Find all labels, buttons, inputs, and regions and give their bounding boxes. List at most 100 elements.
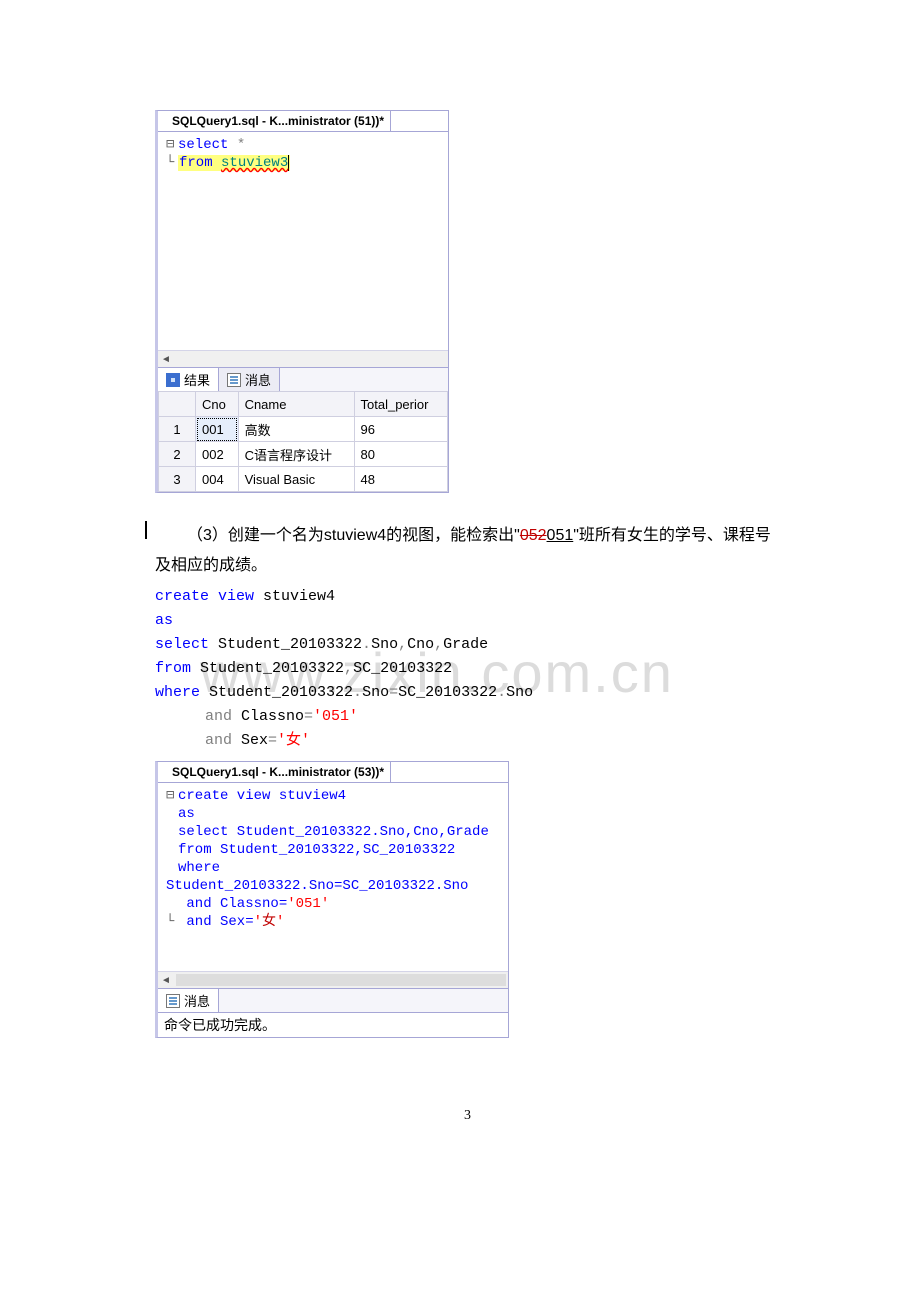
cell[interactable]: 96 — [354, 417, 448, 442]
message-icon — [166, 994, 180, 1008]
table-row[interactable]: 3 004 Visual Basic 48 — [159, 467, 448, 492]
identifier: Cno — [407, 636, 434, 653]
th-cno: Cno — [196, 392, 239, 417]
keyword: as — [155, 612, 173, 629]
cell[interactable]: 48 — [354, 467, 448, 492]
keyword: view — [209, 588, 254, 605]
identifier: Grade — [443, 636, 488, 653]
paragraph: （3）创建一个名为stuview4的视图，能检索出"052051"班所有女生的学… — [155, 521, 780, 581]
th-rownum — [159, 392, 196, 417]
identifier: Sno — [506, 684, 533, 701]
results-table: Cno Cname Total_perior 1 001 高数 96 2 002… — [158, 391, 448, 492]
code-editor[interactable]: ⊟create view stuview4 as select Student_… — [158, 783, 508, 971]
string-literal: ' — [254, 914, 262, 930]
cell[interactable]: 002 — [196, 442, 239, 467]
table-row[interactable]: 1 001 高数 96 — [159, 417, 448, 442]
keyword: select — [155, 636, 209, 653]
scroll-left-icon[interactable]: ◄ — [158, 351, 174, 367]
cell-rownum: 3 — [159, 467, 196, 492]
identifier: Student_20103322 — [200, 684, 353, 701]
cell-rownum: 1 — [159, 417, 196, 442]
comma: , — [344, 660, 353, 677]
string-literal: ' — [276, 914, 284, 930]
collapse-icon[interactable]: ⊟ — [166, 136, 178, 154]
code-line: where Student_20103322.Sno=SC_20103322.S… — [166, 860, 468, 894]
code-line: select Student_20103322.Sno,Cno,Grade — [178, 824, 489, 840]
comma: , — [434, 636, 443, 653]
file-tab[interactable]: SQLQuery1.sql - K...ministrator (51))* — [158, 111, 391, 131]
tab-messages[interactable]: 消息 — [219, 368, 280, 391]
th-total: Total_perior — [354, 392, 448, 417]
text-cursor — [145, 521, 147, 539]
eq: = — [268, 732, 277, 749]
file-tab[interactable]: SQLQuery1.sql - K...ministrator (53))* — [158, 762, 391, 782]
tab-messages[interactable]: 消息 — [158, 989, 219, 1012]
identifier: Sno — [362, 684, 389, 701]
cell[interactable]: 80 — [354, 442, 448, 467]
tab-label: 消息 — [184, 991, 210, 1010]
underline-text: 051 — [547, 527, 574, 544]
code-line: as — [178, 806, 195, 822]
dot: . — [362, 636, 371, 653]
horizontal-scrollbar[interactable]: ◄ — [158, 350, 448, 367]
identifier: Sex — [232, 732, 268, 749]
cell[interactable]: 001 — [196, 417, 239, 442]
sql-window-2: SQLQuery1.sql - K...ministrator (53))* ⊟… — [155, 761, 509, 1038]
message-icon — [227, 373, 241, 387]
th-cname: Cname — [238, 392, 354, 417]
code-line: and Sex= — [178, 914, 254, 930]
keyword: select — [178, 137, 228, 153]
page-number: 3 — [155, 1108, 780, 1124]
tab-row: SQLQuery1.sql - K...ministrator (53))* — [158, 762, 508, 783]
identifier: SC_20103322 — [353, 660, 452, 677]
strikethrough-text: 052 — [520, 527, 547, 544]
grid-icon — [166, 373, 180, 387]
dot: . — [497, 684, 506, 701]
keyword: and — [205, 732, 232, 749]
tab-results[interactable]: 结果 — [158, 368, 219, 391]
cell[interactable]: Visual Basic — [238, 467, 354, 492]
collapse-icon[interactable]: ⊟ — [166, 787, 178, 805]
message-output: 命令已成功完成。 — [158, 1012, 508, 1037]
end-marker-icon: └ — [166, 913, 178, 931]
code-line: from Student_20103322,SC_20103322 — [178, 842, 455, 858]
dot: . — [353, 684, 362, 701]
string-literal: '女' — [277, 732, 310, 749]
sql-code-block: create view stuview4 as select Student_2… — [155, 585, 780, 753]
string-literal: '051' — [313, 708, 358, 725]
scroll-left-icon[interactable]: ◄ — [158, 972, 174, 988]
keyword: from — [155, 660, 191, 677]
horizontal-scrollbar[interactable]: ◄ — [158, 971, 508, 988]
identifier: Classno — [232, 708, 304, 725]
sql-window-1: SQLQuery1.sql - K...ministrator (51))* ⊟… — [155, 110, 449, 493]
identifier: Student_20103322 — [209, 636, 362, 653]
eq: = — [304, 708, 313, 725]
cell[interactable]: C语言程序设计 — [238, 442, 354, 467]
tab-label: 结果 — [184, 370, 210, 389]
star-token: * — [228, 137, 245, 153]
code-line: create view stuview4 — [178, 788, 346, 804]
header-row: Cno Cname Total_perior — [159, 392, 448, 417]
keyword: create — [155, 588, 209, 605]
tab-label: 消息 — [245, 370, 271, 389]
identifier: Student_20103322 — [191, 660, 344, 677]
keyword: from — [179, 155, 221, 171]
cell-rownum: 2 — [159, 442, 196, 467]
tab-row: SQLQuery1.sql - K...ministrator (51))* — [158, 111, 448, 132]
cell[interactable]: 高数 — [238, 417, 354, 442]
cell[interactable]: 004 — [196, 467, 239, 492]
identifier: SC_20103322 — [398, 684, 497, 701]
comma: , — [398, 636, 407, 653]
text: （3）创建一个名为stuview4的视图，能检索出" — [187, 527, 520, 544]
code-line: and Classno= — [178, 896, 287, 912]
identifier: stuview3 — [221, 155, 289, 171]
identifier: stuview4 — [254, 588, 335, 605]
eq: = — [389, 684, 398, 701]
code-editor[interactable]: ⊟select * └from stuview3 — [158, 132, 448, 350]
keyword: where — [155, 684, 200, 701]
string-literal: '051' — [287, 896, 329, 912]
string-literal-cn: 女 — [262, 914, 276, 930]
results-tabs: 消息 — [158, 988, 508, 1012]
keyword: and — [205, 708, 232, 725]
table-row[interactable]: 2 002 C语言程序设计 80 — [159, 442, 448, 467]
